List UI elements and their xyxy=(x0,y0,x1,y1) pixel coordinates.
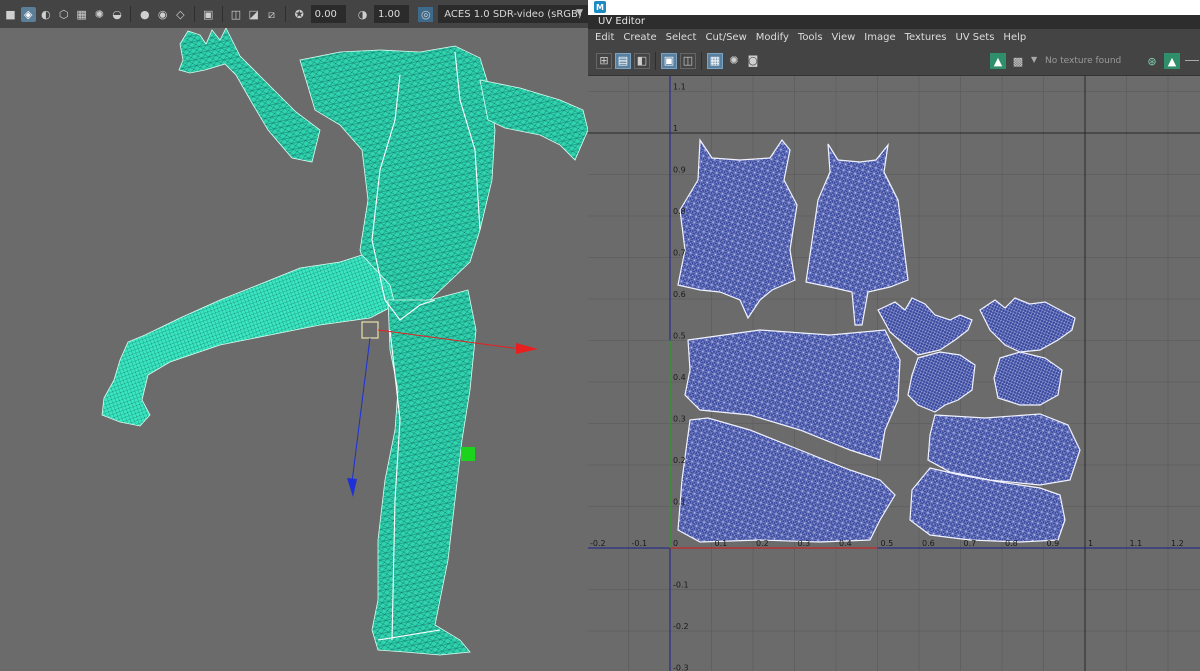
u-tick-label: 0.7 xyxy=(964,539,977,548)
u-tick-label: 0.9 xyxy=(1047,539,1060,548)
uv-toolbar: ⊞ ▤ ◧ ▣ ◫ ▦ ✺ ◙ ▲ ▩ ▼ No texture found ⊛… xyxy=(588,46,1200,76)
v-tick-label: -0.2 xyxy=(673,622,689,631)
v-tick-label: 0.5 xyxy=(673,332,686,341)
image-icon[interactable]: ▲ xyxy=(990,53,1006,69)
v-tick-label: -0.1 xyxy=(673,581,689,590)
gamma-field[interactable]: 1.00 xyxy=(373,5,410,23)
v-tick-label: 0.8 xyxy=(673,207,686,216)
viewport-toolbar: ■ ◈ ◐ ⬡ ▦ ✺ ◒ ● ◉ ◇ ▣ ◫ ◪ ⧄ ✪ 0.00 ◑ 1.0… xyxy=(0,0,588,28)
uv-editor-window: M UV Editor Edit Create Select Cut/Sew M… xyxy=(588,0,1200,671)
dropdown-icon[interactable]: ▼ xyxy=(1031,55,1037,64)
menu-select[interactable]: Select xyxy=(666,32,697,43)
v-tick-label: 0.3 xyxy=(673,415,686,424)
uv-editor-title: UV Editor xyxy=(588,15,1200,29)
u-tick-label: 0.2 xyxy=(756,539,769,548)
exposure-field[interactable]: 0.00 xyxy=(310,5,347,23)
u-tick-label: 0.8 xyxy=(1005,539,1018,548)
u-tick-label: 0.6 xyxy=(922,539,935,548)
window-titlebar: M xyxy=(588,0,1200,15)
checker-display-icon[interactable]: ▤ xyxy=(615,52,631,69)
v-tick-label: 0.7 xyxy=(673,249,686,258)
aa-icon[interactable]: ◇ xyxy=(173,7,188,22)
u-tick-label: 0.5 xyxy=(881,539,894,548)
toolbar-divider xyxy=(284,6,286,22)
checker-icon[interactable]: ▩ xyxy=(1010,53,1026,69)
maya-logo-icon: M xyxy=(594,1,606,13)
dim-image-icon[interactable]: ▣ xyxy=(661,52,677,69)
color-management-dropdown[interactable]: ACES 1.0 SDR-video (sRGB) ▼ xyxy=(438,5,588,23)
u-tick-label: 0.3 xyxy=(798,539,811,548)
menu-textures[interactable]: Textures xyxy=(905,32,947,43)
viewport-canvas[interactable] xyxy=(0,28,588,671)
u-tick-label: 0.1 xyxy=(715,539,728,548)
ao-icon[interactable]: ● xyxy=(137,7,152,22)
pixel-snap-icon[interactable]: ✺ xyxy=(726,53,742,69)
menu-image[interactable]: Image xyxy=(864,32,895,43)
toolbar-divider xyxy=(701,51,702,70)
toolbar-divider xyxy=(130,6,132,22)
xray-joints-icon[interactable]: ◪ xyxy=(246,7,261,22)
v-tick-label: -0.3 xyxy=(673,664,689,671)
u-tick-label: 0.4 xyxy=(839,539,852,548)
grid-icon[interactable]: ▦ xyxy=(707,52,723,69)
menu-create[interactable]: Create xyxy=(623,32,656,43)
motion-blur-icon[interactable]: ◉ xyxy=(155,7,170,22)
manipulator-y-handle[interactable] xyxy=(461,447,475,461)
v-tick-label: 0.1 xyxy=(673,498,686,507)
xray-icon[interactable]: ◫ xyxy=(229,7,244,22)
texture-status: No texture found xyxy=(1045,56,1122,66)
xray-active-icon[interactable]: ⧄ xyxy=(264,7,279,22)
camera-icon[interactable]: ■ xyxy=(3,7,18,22)
u-tick-label: 1 xyxy=(1088,539,1093,548)
uv-shell-border-icon[interactable]: ⊞ xyxy=(596,52,612,69)
v-tick-label: 1 xyxy=(673,124,678,133)
uv-menubar: Edit Create Select Cut/Sew Modify Tools … xyxy=(588,29,1200,46)
uv-grid-canvas[interactable]: -0.2 -0.1 0 0.1 0.2 0.3 0.4 0.5 0.6 0.7 0.8 0.9 1 1.1… xyxy=(588,76,1200,671)
toolbar-divider xyxy=(193,6,195,22)
menu-uv-sets[interactable]: UV Sets xyxy=(955,32,994,43)
v-tick-label: 0.2 xyxy=(673,456,686,465)
shadow-icon[interactable]: ◒ xyxy=(110,7,125,22)
u-tick-label: 1.2 xyxy=(1171,539,1184,548)
menu-modify[interactable]: Modify xyxy=(756,32,789,43)
v-tick-label: 0.9 xyxy=(673,166,686,175)
u-tick-label: -0.2 xyxy=(590,539,606,548)
wireframe-icon[interactable]: ⬡ xyxy=(56,7,71,22)
v-tick-label: 1.1 xyxy=(673,83,686,92)
modeling-viewport[interactable]: ■ ◈ ◐ ⬡ ▦ ✺ ◒ ● ◉ ◇ ▣ ◫ ◪ ⧄ ✪ 0.00 ◑ 1.0… xyxy=(0,0,588,671)
color-management-value: ACES 1.0 SDR-video (sRGB) xyxy=(444,8,582,20)
light-icon[interactable]: ✺ xyxy=(92,7,107,22)
image-toggle-icon[interactable]: ▲ xyxy=(1164,53,1180,69)
menu-cut-sew[interactable]: Cut/Sew xyxy=(705,32,746,43)
gamma-icon[interactable]: ◑ xyxy=(355,7,370,22)
isolate-icon[interactable]: ▣ xyxy=(201,7,216,22)
toolbar-divider xyxy=(655,51,656,70)
snapshot-icon[interactable]: ◙ xyxy=(745,53,761,69)
u-tick-label: 0 xyxy=(673,539,678,548)
u-tick-label: -0.1 xyxy=(632,539,648,548)
v-tick-label: 0.4 xyxy=(673,373,686,382)
shaded-icon[interactable]: ◐ xyxy=(39,7,54,22)
menu-help[interactable]: Help xyxy=(1003,32,1026,43)
texture-icon[interactable]: ▦ xyxy=(74,7,89,22)
color-management-icon[interactable]: ◎ xyxy=(418,6,434,22)
menu-tools[interactable]: Tools xyxy=(798,32,823,43)
cube-icon[interactable]: ◈ xyxy=(20,6,36,22)
toolbar-divider xyxy=(221,6,223,22)
shaded-uv-icon[interactable]: ◫ xyxy=(680,52,696,69)
globe-icon[interactable]: ⊛ xyxy=(1144,53,1160,69)
menu-view[interactable]: View xyxy=(832,32,856,43)
exposure-icon[interactable]: ✪ xyxy=(292,7,307,22)
texture-borders-icon[interactable]: ◧ xyxy=(634,52,650,69)
menu-edit[interactable]: Edit xyxy=(595,32,614,43)
v-tick-label: 0.6 xyxy=(673,290,686,299)
chevron-down-icon: ▼ xyxy=(576,8,584,18)
u-tick-label: 1.1 xyxy=(1130,539,1143,548)
panel-minimize-icon[interactable] xyxy=(1185,60,1199,61)
